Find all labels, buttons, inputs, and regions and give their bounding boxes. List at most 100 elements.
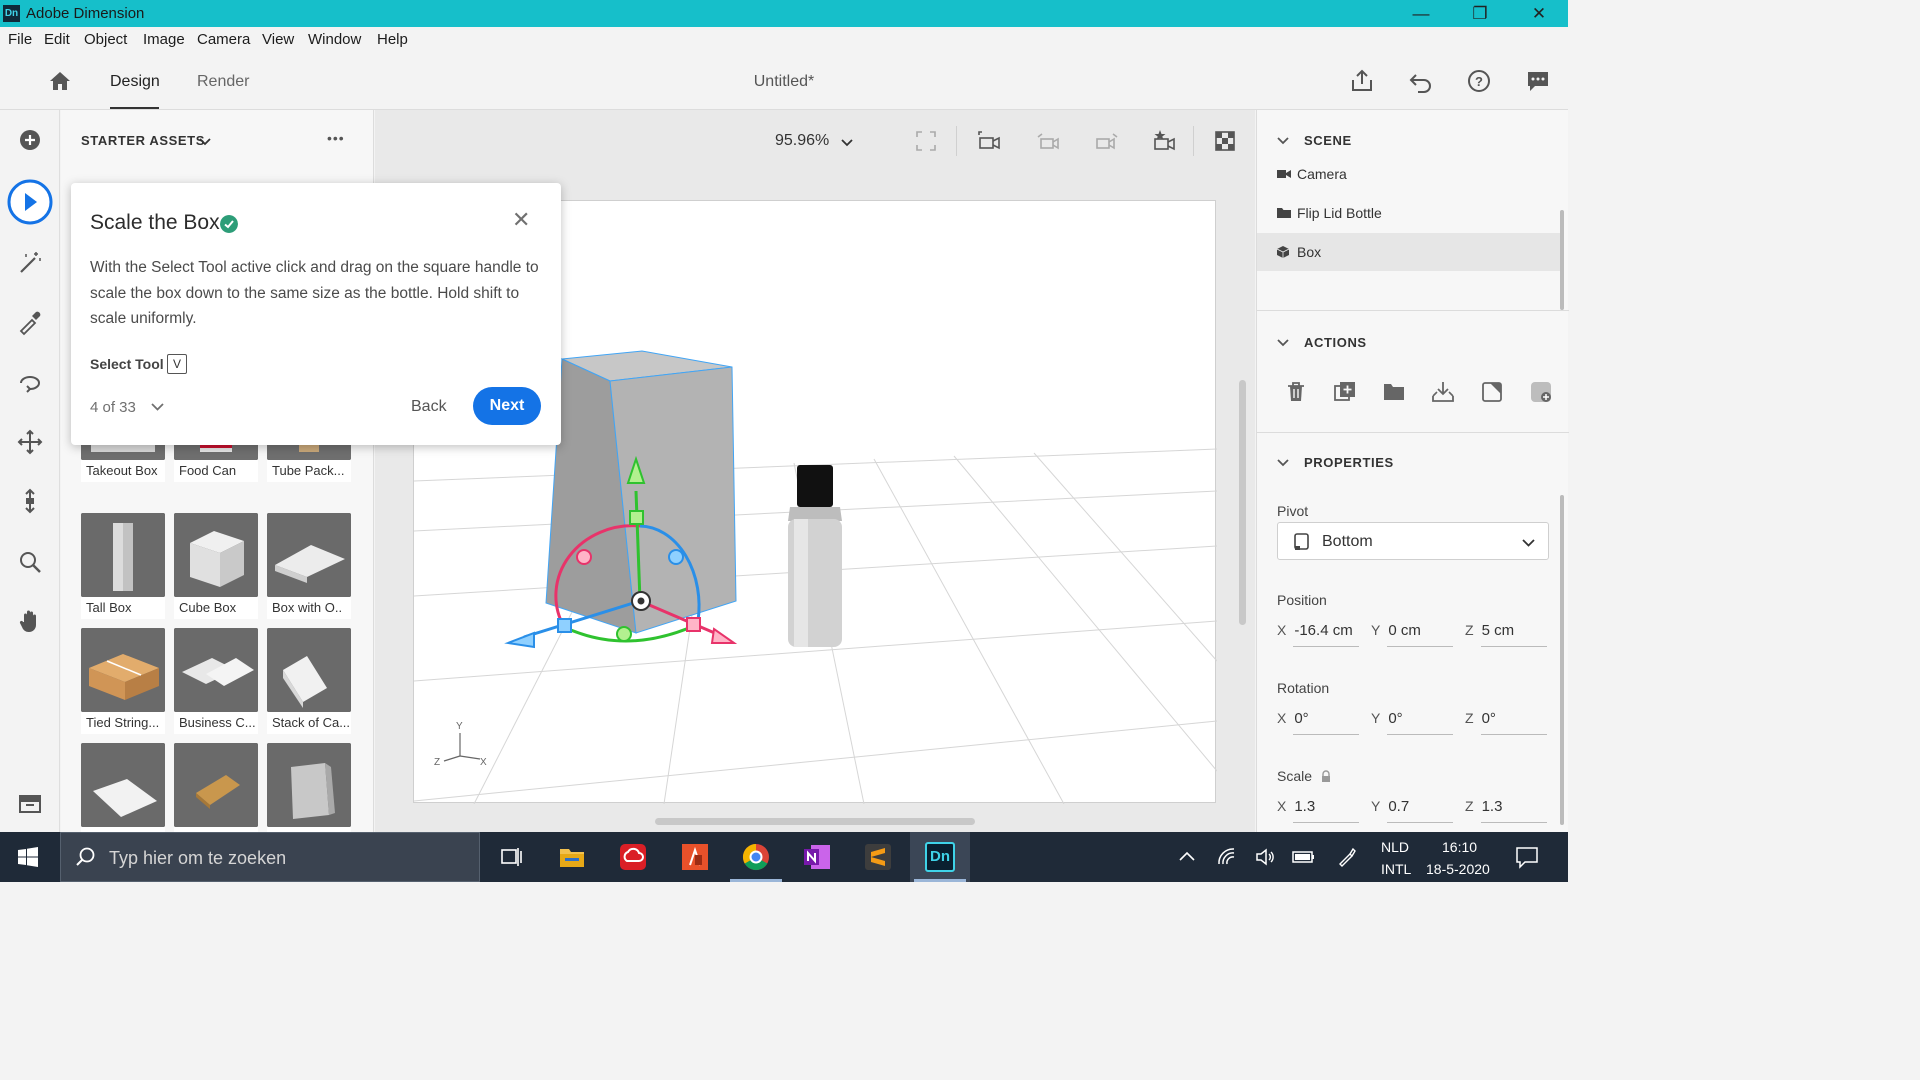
chrome-icon[interactable] (741, 842, 771, 872)
lock-icon[interactable] (1321, 770, 1331, 783)
menu-file[interactable]: File (8, 31, 32, 48)
hand-icon[interactable] (15, 606, 45, 636)
orbit-icon[interactable] (15, 368, 45, 398)
frame-icon[interactable] (915, 130, 937, 152)
group-icon[interactable] (1382, 380, 1406, 404)
render-preview-icon[interactable] (1213, 129, 1237, 153)
zoom-level[interactable]: 95.96% (775, 132, 829, 150)
clock-time[interactable]: 16:10 (1442, 839, 1477, 855)
pivot-select[interactable]: Bottom (1277, 522, 1549, 560)
taskbar-search-box[interactable]: Typ hier om te zoeken (60, 832, 480, 882)
scene-item-flip-lid-bottle[interactable]: Flip Lid Bottle (1257, 194, 1562, 232)
menu-camera[interactable]: Camera (197, 31, 250, 48)
pan-icon[interactable] (15, 427, 45, 457)
position-y-field[interactable]: Y 0 cm (1371, 622, 1453, 647)
task-view-icon[interactable] (496, 842, 526, 872)
scale-z-field[interactable]: Z 1.3 (1465, 798, 1547, 823)
dimension-icon[interactable]: Dn (925, 842, 955, 872)
tutorial-step-counter[interactable]: 4 of 33 (90, 399, 136, 416)
menu-view[interactable]: View (262, 31, 294, 48)
delete-icon[interactable] (1284, 380, 1308, 404)
scale-x-field[interactable]: X 1.3 (1277, 798, 1359, 823)
asset-card[interactable]: Tall Box (81, 513, 165, 619)
asset-card[interactable] (174, 743, 258, 832)
menu-edit[interactable]: Edit (44, 31, 70, 48)
scene-scrollbar[interactable] (1560, 210, 1564, 310)
minimize-button[interactable]: — (1392, 0, 1450, 27)
dolly-icon[interactable] (15, 486, 45, 516)
asset-card[interactable]: Business C... (174, 628, 258, 734)
actions-section-title[interactable]: ACTIONS (1304, 335, 1367, 350)
close-icon[interactable]: ✕ (512, 207, 530, 233)
keyboard-layout[interactable]: INTL (1381, 861, 1411, 877)
zoom-icon[interactable] (15, 547, 45, 577)
position-x-field[interactable]: X -16.4 cm (1277, 622, 1359, 647)
asset-card[interactable]: Tied String... (81, 628, 165, 734)
windows-start-icon[interactable] (18, 847, 38, 867)
panel-toggle-icon[interactable] (15, 788, 45, 818)
scene-section-title[interactable]: SCENE (1304, 133, 1352, 148)
horizontal-scrollbar[interactable] (655, 818, 975, 825)
notification-icon[interactable] (1515, 845, 1539, 869)
scene-item-camera[interactable]: Camera (1257, 155, 1562, 193)
menu-window[interactable]: Window (308, 31, 361, 48)
eyedropper-icon[interactable] (15, 307, 45, 337)
zoom-dropdown-chevron-icon[interactable] (841, 138, 853, 148)
sublime-icon[interactable] (863, 842, 893, 872)
feedback-icon[interactable] (1525, 68, 1551, 94)
camera-bookmark-icon[interactable] (1152, 128, 1178, 154)
drop-to-ground-icon[interactable] (1431, 380, 1455, 404)
properties-section-title[interactable]: PROPERTIES (1304, 455, 1394, 470)
menu-object[interactable]: Object (84, 31, 127, 48)
asset-card[interactable]: Stack of Ca... (267, 628, 351, 734)
place-image-icon[interactable] (1529, 380, 1553, 404)
clock-date[interactable]: 18-5-2020 (1426, 861, 1490, 877)
scene-item-box[interactable]: Box (1257, 233, 1562, 271)
rotation-x-field[interactable]: X 0° (1277, 710, 1359, 735)
redo-camera-icon[interactable] (1094, 130, 1120, 154)
menu-image[interactable]: Image (143, 31, 185, 48)
battery-icon[interactable] (1292, 848, 1316, 866)
add-icon[interactable] (15, 125, 45, 155)
help-icon[interactable]: ? (1466, 68, 1492, 94)
asset-card[interactable] (81, 743, 165, 832)
more-options-button[interactable]: ••• (327, 130, 345, 146)
undo-camera-icon[interactable] (1035, 130, 1061, 154)
onenote-icon[interactable] (802, 842, 832, 872)
position-z-field[interactable]: Z 5 cm (1465, 622, 1547, 647)
undo-icon[interactable] (1408, 68, 1434, 94)
duplicate-icon[interactable] (1333, 380, 1357, 404)
asset-card[interactable] (267, 743, 351, 832)
chevron-down-icon[interactable] (1277, 337, 1289, 349)
magic-wand-icon[interactable] (15, 248, 45, 278)
chevron-down-icon[interactable] (1277, 135, 1289, 147)
rotation-z-field[interactable]: Z 0° (1465, 710, 1547, 735)
export-selected-icon[interactable] (1480, 380, 1504, 404)
properties-scrollbar[interactable] (1560, 495, 1564, 825)
share-icon[interactable] (1349, 68, 1375, 94)
next-button[interactable]: Next (473, 387, 541, 425)
file-explorer-icon[interactable] (557, 842, 587, 872)
creative-cloud-icon[interactable] (618, 842, 648, 872)
menu-help[interactable]: Help (377, 31, 408, 48)
pen-icon[interactable] (1336, 846, 1358, 868)
close-window-button[interactable]: ✕ (1510, 0, 1568, 27)
acrobat-icon[interactable] (680, 842, 710, 872)
assets-title[interactable]: STARTER ASSETS (81, 133, 205, 148)
chevron-down-icon[interactable] (151, 402, 164, 412)
vertical-scrollbar[interactable] (1239, 380, 1246, 625)
keyboard-language[interactable]: NLD (1381, 839, 1409, 855)
back-button[interactable]: Back (411, 398, 447, 416)
restore-button[interactable]: ❐ (1451, 0, 1509, 27)
asset-card[interactable]: Box with O.. (267, 513, 351, 619)
chevron-up-icon[interactable] (1178, 850, 1196, 862)
chevron-down-icon[interactable] (199, 137, 211, 147)
asset-card[interactable]: Cube Box (174, 513, 258, 619)
wifi-icon[interactable] (1216, 846, 1238, 868)
rotation-y-field[interactable]: Y 0° (1371, 710, 1453, 735)
volume-icon[interactable] (1254, 846, 1276, 868)
select-tool-icon[interactable] (6, 178, 54, 226)
camera-fit-icon[interactable] (977, 130, 1003, 154)
scale-y-field[interactable]: Y 0.7 (1371, 798, 1453, 823)
chevron-down-icon[interactable] (1277, 457, 1289, 469)
